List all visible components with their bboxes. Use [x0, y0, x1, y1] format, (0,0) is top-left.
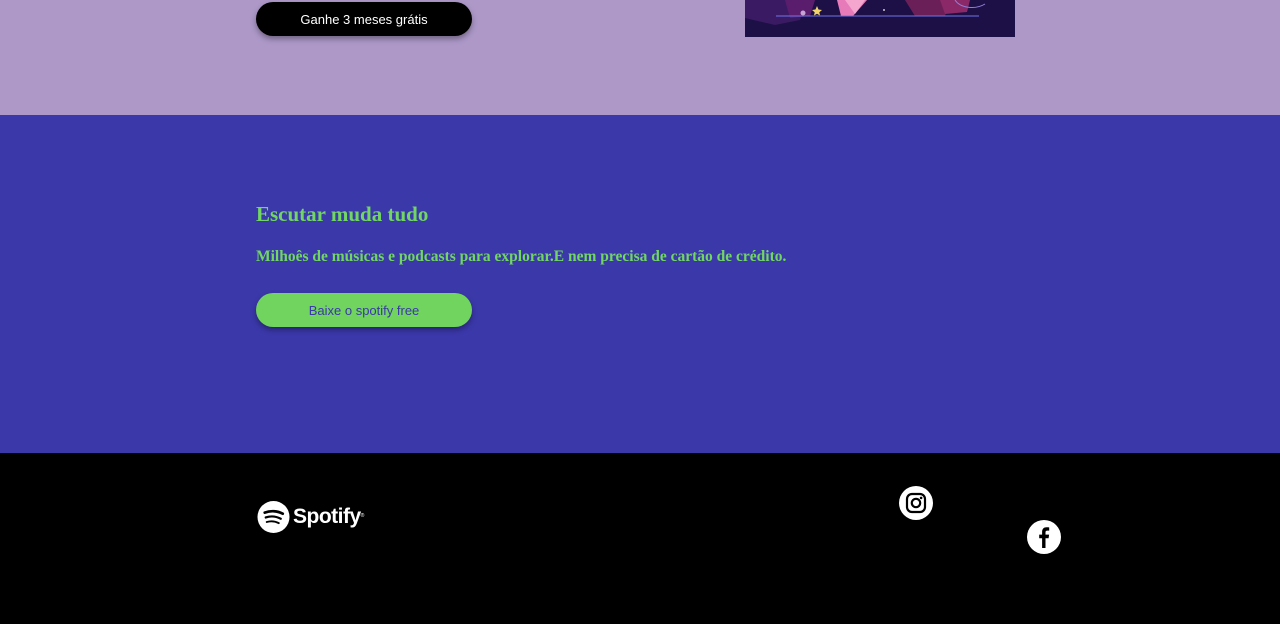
- spotify-logo-text: Spotify: [293, 505, 361, 528]
- footer: Spotify ®: [0, 453, 1280, 624]
- facebook-icon: [1039, 527, 1050, 548]
- download-subheadline: Milhoês de músicas e podcasts para explo…: [256, 248, 787, 265]
- download-headline: Escutar muda tudo: [256, 202, 429, 226]
- promo-illustration: [745, 0, 1015, 37]
- illustration-image: [745, 0, 1015, 37]
- spotify-logo-icon: [257, 500, 290, 534]
- download-section: Escutar muda tudo Milhoês de músicas e p…: [0, 115, 1280, 453]
- free-trial-button[interactable]: Ganhe 3 meses grátis: [256, 2, 472, 36]
- registered-mark: ®: [360, 513, 365, 519]
- download-free-button[interactable]: Baixe o spotify free: [256, 293, 472, 327]
- promo-section: Ganhe 3 meses grátis: [0, 0, 1280, 115]
- instagram-link[interactable]: [899, 486, 933, 520]
- instagram-icon: [905, 492, 927, 514]
- facebook-link[interactable]: [1027, 520, 1061, 554]
- spotify-logo[interactable]: Spotify ®: [257, 500, 364, 534]
